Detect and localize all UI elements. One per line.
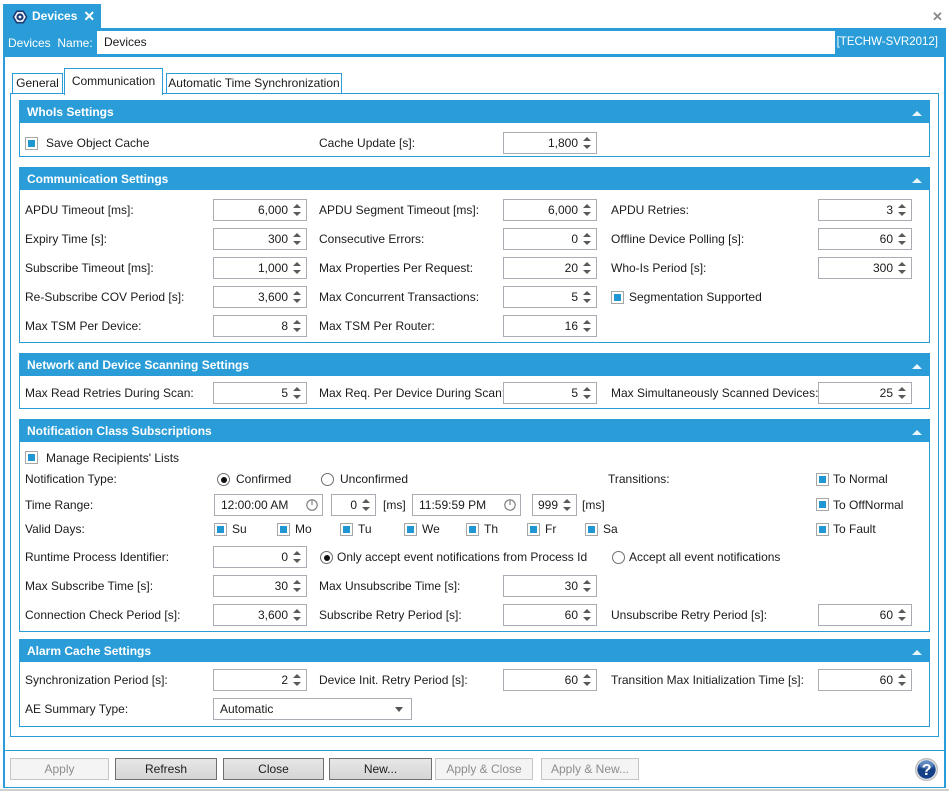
svg-text:?: ? — [922, 762, 932, 779]
